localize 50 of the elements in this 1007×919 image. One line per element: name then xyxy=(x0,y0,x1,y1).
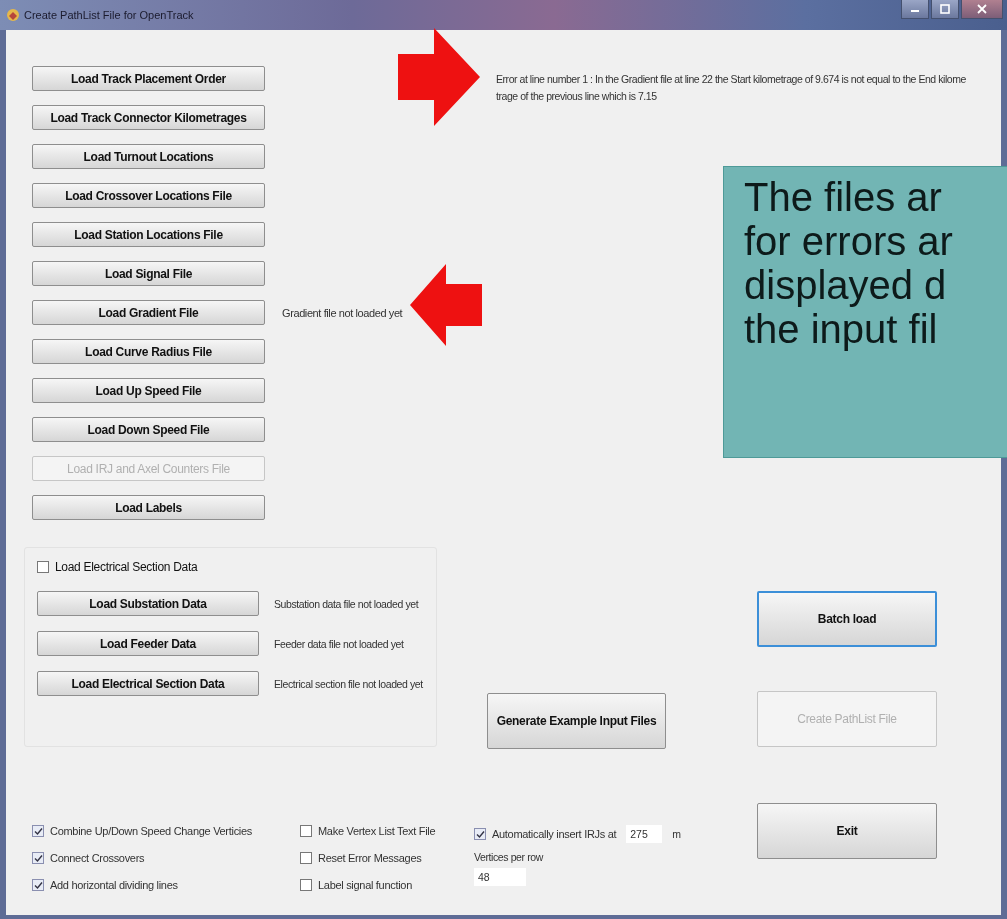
load-button[interactable]: Load Signal File xyxy=(32,261,265,286)
checkbox-option[interactable]: Automatically insert IRJs at xyxy=(474,828,617,840)
load-button[interactable]: Load Track Placement Order xyxy=(32,66,265,91)
load-button[interactable]: Load Feeder Data xyxy=(37,631,259,656)
load-button[interactable]: Load Crossover Locations File xyxy=(32,183,265,208)
callout-text: the input fil xyxy=(744,307,939,351)
checkbox-option[interactable]: Load Electrical Section Data xyxy=(37,560,436,574)
action-button[interactable]: Batch load xyxy=(757,591,937,647)
load-button[interactable]: Load Turnout Locations xyxy=(32,144,265,169)
checkbox-option[interactable]: Reset Error Messages xyxy=(300,852,474,864)
error-message: Error at line number 1 : In the Gradient file at line 22 the Start kilometrage of 9.674 is not equal to the End kilome xyxy=(496,72,966,87)
checkmark-icon xyxy=(475,829,485,839)
status-text: Feeder data file not loaded yet xyxy=(274,637,404,650)
close-icon xyxy=(977,4,987,14)
load-button[interactable]: Load Labels xyxy=(32,495,265,520)
field-label: Vertices per row xyxy=(474,851,545,863)
status-text: Gradient file not loaded yet xyxy=(282,306,403,319)
status-text: Electrical section file not loaded yet xyxy=(274,677,423,690)
action-button[interactable]: Exit xyxy=(757,803,937,859)
checkbox-option[interactable]: Make Vertex List Text File xyxy=(300,825,474,837)
app-icon xyxy=(6,8,20,22)
close-button[interactable] xyxy=(961,0,1003,19)
load-button[interactable]: Load Substation Data xyxy=(37,591,259,616)
load-button[interactable]: Load Station Locations File xyxy=(32,222,265,247)
load-button[interactable]: Load Curve Radius File xyxy=(32,339,265,364)
input-field[interactable]: 275 xyxy=(626,825,663,843)
checkbox-option[interactable]: Connect Crossovers xyxy=(32,852,300,864)
minimize-button[interactable] xyxy=(901,0,929,19)
maximize-icon xyxy=(940,4,950,14)
load-button[interactable]: Load Down Speed File xyxy=(32,417,265,442)
generate-button[interactable]: Generate Example Input Files xyxy=(487,693,666,749)
checkbox-option[interactable]: Label signal function xyxy=(300,879,474,891)
load-button[interactable]: Load Track Connector Kilometrages xyxy=(32,105,265,130)
checkmark-icon xyxy=(33,853,43,863)
window-title: Create PathList File for OpenTrack xyxy=(24,9,194,21)
checkbox-option[interactable]: Combine Up/Down Speed Change Verticies xyxy=(32,825,300,837)
unit-label: m xyxy=(672,828,681,840)
callout-text: The files ar xyxy=(744,175,943,219)
status-text: Substation data file not loaded yet xyxy=(274,597,419,610)
load-button[interactable]: Load Electrical Section Data xyxy=(37,671,259,696)
error-message: trage of the previous line which is 7.15 xyxy=(496,89,658,104)
load-button[interactable]: Load Gradient File xyxy=(32,300,265,325)
load-button[interactable]: Load Up Speed File xyxy=(32,378,265,403)
checkbox-option[interactable]: Add horizontal dividing lines xyxy=(32,879,300,891)
maximize-button[interactable] xyxy=(931,0,959,19)
callout-text: for errors ar xyxy=(744,219,954,263)
input-field[interactable]: 48 xyxy=(474,868,526,886)
checkmark-icon xyxy=(33,826,43,836)
callout-text: displayed d xyxy=(744,263,948,307)
checkmark-icon xyxy=(33,880,43,890)
